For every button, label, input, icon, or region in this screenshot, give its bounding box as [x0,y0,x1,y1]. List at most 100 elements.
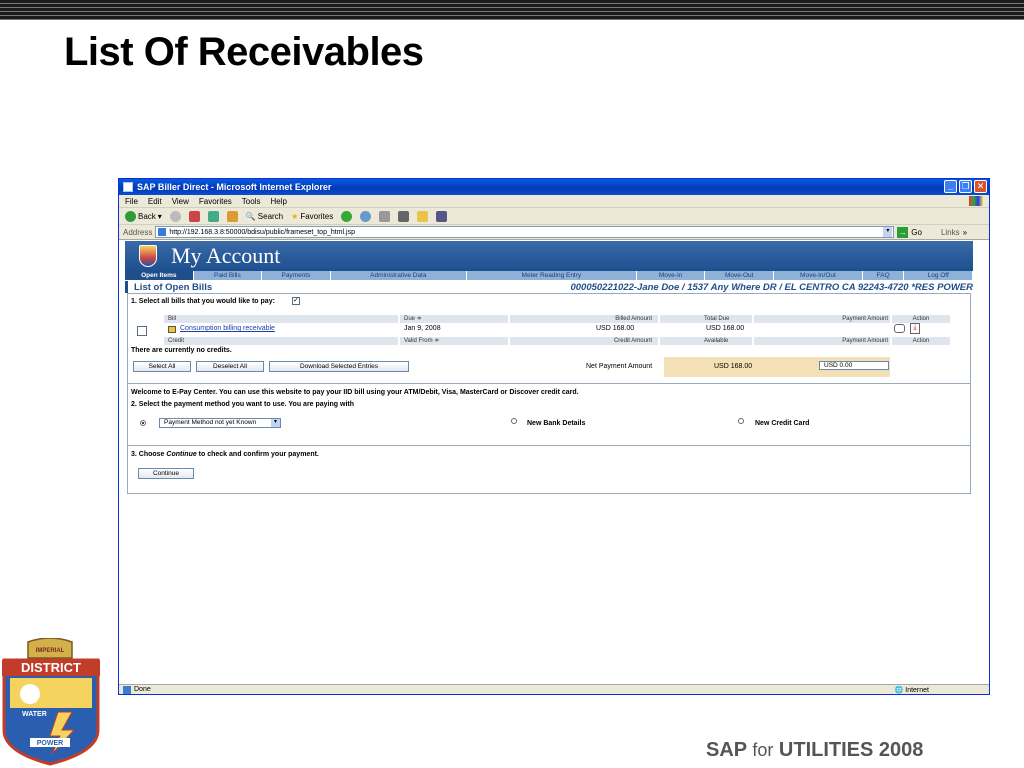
radio-payment-method-known[interactable] [140,420,146,426]
star-icon: ★ [291,211,299,221]
address-bar: Address http://192.168.3.8:50000/bdisu/p… [119,225,989,240]
menu-file[interactable]: File [125,197,138,206]
tab-administrative-data[interactable]: Administrative Data [331,271,467,280]
menu-bar: File Edit View Favorites Tools Help [119,195,989,208]
list-title: List of Open Bills [134,281,213,293]
close-icon[interactable]: ✕ [974,180,987,193]
status-zone: 🌐 Internet [894,686,929,694]
header-title: My Account [171,243,281,268]
step3-label: 3. Choose Continue to check and confirm … [131,451,319,458]
payment-method-section: Welcome to E-Pay Center. You can use thi… [128,384,970,446]
download-selected-button[interactable]: Download Selected Entries [269,361,409,372]
header-credit: Credit [164,337,398,345]
maximize-icon[interactable]: ❐ [959,180,972,193]
list-header: List of Open Bills 000050221022-Jane Doe… [125,281,973,293]
bill-checkbox[interactable] [137,326,147,336]
nav-tabs: Open Items Paid Bills Payments Administr… [125,271,973,280]
bills-section: 1. Select all bills that you would like … [128,294,970,384]
comment-icon[interactable] [894,324,905,333]
windows-logo-icon [969,196,983,206]
bills-panel: 1. Select all bills that you would like … [127,293,971,494]
tab-move-in[interactable]: Move-In [637,271,706,280]
folder-icon[interactable] [417,210,429,222]
new-bank-details-label: New Bank Details [527,420,586,427]
header-billed-amount: Billed Amount [510,315,658,323]
go-arrow-icon[interactable]: → [897,226,909,238]
page-done-icon [123,685,131,694]
payment-method-select[interactable]: Payment Method not yet Known ▾ [159,418,281,428]
window-title: SAP Biller Direct - Microsoft Internet E… [137,182,332,192]
mail-icon[interactable] [379,210,391,222]
slide-title: List Of Receivables [64,30,424,74]
print-icon[interactable] [398,210,410,222]
page-icon [158,228,167,236]
tab-faq[interactable]: FAQ [863,271,905,280]
minimize-icon[interactable]: _ [944,180,957,193]
menu-favorites[interactable]: Favorites [199,197,232,206]
page-header: My Account [125,241,973,271]
radio-new-credit-card[interactable] [738,418,744,424]
bill-link[interactable]: Consumption billing receivable [180,325,275,332]
browser-window: SAP Biller Direct - Microsoft Internet E… [118,178,990,695]
confirm-section: 3. Choose Continue to check and confirm … [128,446,970,493]
pdf-icon[interactable]: ⤓ [910,323,920,334]
tab-meter-reading-entry[interactable]: Meter Reading Entry [467,271,637,280]
back-arrow-icon [125,210,136,222]
bill-info-icon [168,326,176,333]
chevron-right-icon[interactable]: » [963,228,967,237]
favorites-button[interactable]: ★ Favorites [291,212,333,221]
shield-logo-icon [139,245,157,267]
menu-view[interactable]: View [172,197,189,206]
new-credit-card-label: New Credit Card [755,420,810,427]
address-dropdown-icon[interactable]: ▾ [883,227,893,237]
history-icon[interactable] [360,210,372,222]
header-credit-payment-amount: Payment Amount [754,337,890,345]
menu-edit[interactable]: Edit [148,197,162,206]
back-button[interactable]: Back ▾ [125,210,162,222]
menu-help[interactable]: Help [270,197,286,206]
header-credit-amount: Credit Amount [510,337,658,345]
stop-icon[interactable] [188,210,200,222]
media-icon[interactable] [341,210,353,222]
go-button[interactable]: Go [911,228,922,237]
toolbar-extra-icon[interactable] [978,227,989,238]
header-valid-from[interactable]: Valid From ≑ [400,337,508,345]
menu-tools[interactable]: Tools [242,197,261,206]
tab-move-out[interactable]: Move-Out [705,271,774,280]
select-all-checkbox[interactable]: ✓ [292,297,300,305]
district-logo: IMPERIAL DISTRICT WATER POWER [2,638,100,766]
home-icon[interactable] [226,210,238,222]
chevron-down-icon[interactable]: ▾ [271,419,280,427]
bill-due-date: Jan 9, 2008 [404,325,441,332]
search-button[interactable]: 🔍 Search [246,212,283,221]
forward-arrow-icon[interactable] [169,210,181,222]
radio-new-bank-details[interactable] [511,418,517,424]
tab-log-off[interactable]: Log Off [904,271,973,280]
logo-top-text: DISTRICT [21,660,81,675]
tab-move-in-out[interactable]: Move-In/Out [774,271,863,280]
tab-paid-bills[interactable]: Paid Bills [194,271,263,280]
select-all-button[interactable]: Select All [133,361,191,372]
net-payment-label: Net Payment Amount [586,363,653,370]
address-input[interactable]: http://192.168.3.8:50000/bdisu/public/fr… [155,226,895,238]
toolbar: Back ▾ 🔍 Search ★ Favorites [119,208,989,225]
header-credit-action: Action [892,337,950,345]
links-button[interactable]: Links [941,228,960,237]
status-bar: Done 🌐 Internet [119,684,989,694]
welcome-text: Welcome to E-Pay Center. You can use thi… [131,389,579,396]
logo-bottom-text: POWER [37,740,63,747]
sap-utilities-brand: SAP for UTILITIES 2008 [706,739,924,761]
header-due[interactable]: Due ≑ [400,315,508,323]
account-info: 000050221022-Jane Doe / 1537 Any Where D… [570,281,973,293]
payment-amount-input[interactable]: USD 0.00 [819,361,889,370]
header-action: Action [892,315,950,323]
bill-total-due: USD 168.00 [706,325,745,332]
messenger-icon[interactable] [436,210,448,222]
deselect-all-button[interactable]: Deselect All [196,361,264,372]
tab-payments[interactable]: Payments [262,271,331,280]
continue-button[interactable]: Continue [138,468,194,479]
header-payment-amount: Payment Amount [754,315,890,323]
refresh-icon[interactable] [207,210,219,222]
step1-label: 1. Select all bills that you would like … [131,298,275,305]
tab-open-items[interactable]: Open Items [125,271,194,280]
